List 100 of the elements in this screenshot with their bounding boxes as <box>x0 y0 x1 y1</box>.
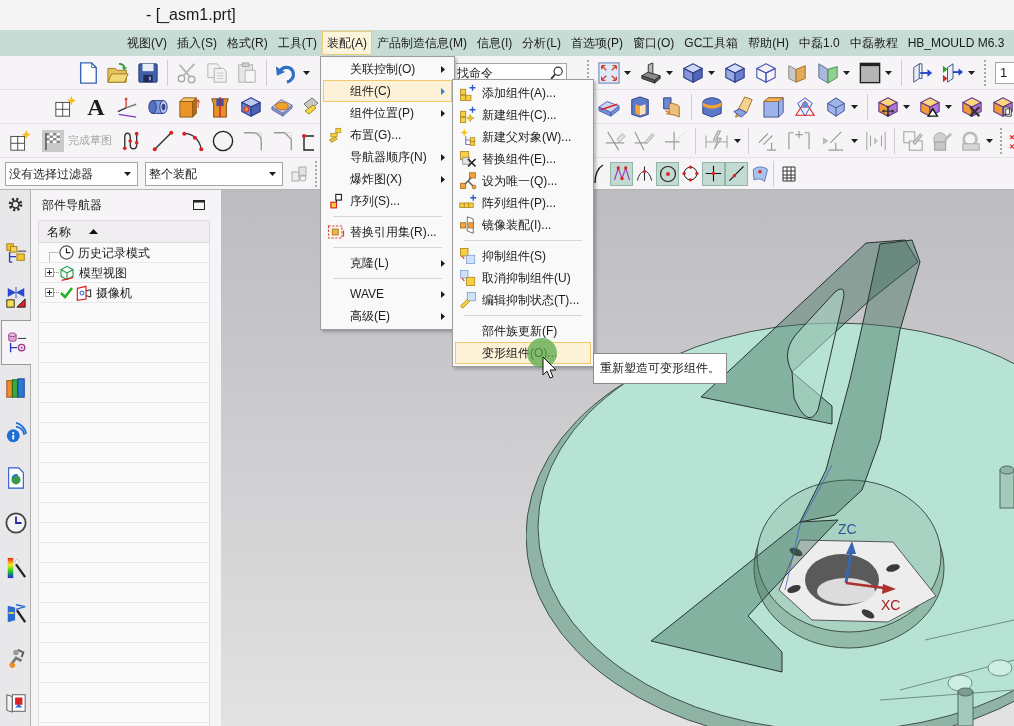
text-tool[interactable]: A <box>85 94 107 119</box>
search-icon[interactable] <box>550 65 564 80</box>
folder-icon[interactable] <box>107 61 129 84</box>
menu-bar-item[interactable]: 装配(A) <box>322 31 372 55</box>
menu-item[interactable]: 组件(C) <box>323 80 452 102</box>
menu-item[interactable]: 替换组件(E)... <box>455 148 591 170</box>
blank-page-icon[interactable] <box>77 61 99 84</box>
bevel-box-icon[interactable] <box>763 95 785 118</box>
caret-icon[interactable] <box>968 70 975 75</box>
menu-item[interactable]: 编辑抑制状态(T)... <box>455 289 591 311</box>
caret-icon[interactable] <box>986 138 993 143</box>
menu-item[interactable]: 部件族更新(F) <box>455 320 591 342</box>
brush-icon[interactable] <box>732 95 754 118</box>
open-box-icon[interactable] <box>629 95 651 118</box>
curve-icon[interactable] <box>593 163 604 184</box>
work-layer-field[interactable]: 1 <box>995 61 1014 84</box>
menu-item[interactable]: 爆炸图(X) <box>323 168 452 190</box>
settings-icon[interactable] <box>7 197 23 212</box>
caret-icon[interactable] <box>269 171 276 176</box>
expand-icon[interactable] <box>45 268 54 277</box>
menu-bar-item[interactable]: 窗口(O) <box>628 31 680 55</box>
menu-bar-item[interactable]: 信息(I) <box>472 31 518 55</box>
caret-icon[interactable] <box>734 138 741 143</box>
menu-item[interactable]: 克隆(L) <box>323 252 452 274</box>
caret-icon[interactable] <box>885 70 892 75</box>
menu-bar-item[interactable]: 产品制造信息(M) <box>372 31 472 55</box>
clipboard-icon[interactable] <box>236 61 258 84</box>
caret-icon[interactable] <box>843 70 850 75</box>
menu-item[interactable]: 布置(G)... <box>323 124 452 146</box>
type-filter-dropdown[interactable]: 没有选择过滤器 <box>5 161 138 186</box>
menu-bar-item[interactable]: 工具(T) <box>272 31 322 55</box>
menu-bar-item[interactable]: 分析(L) <box>517 31 566 55</box>
tree-node-label[interactable]: 历史记录模式 <box>78 243 150 262</box>
menu-item[interactable]: 序列(S)... <box>323 190 452 212</box>
menu-item[interactable]: WAVE <box>323 283 452 305</box>
menu-item[interactable]: 设为唯一(Q)... <box>455 170 591 192</box>
cube-triangle-icon[interactable] <box>919 95 941 118</box>
circle-icon[interactable] <box>212 129 234 152</box>
tree-node-label[interactable]: 摄像机 <box>96 283 132 302</box>
l-block-icon[interactable] <box>640 61 662 84</box>
menu-item[interactable]: 新建父对象(W)... <box>455 126 591 148</box>
expand-icon[interactable] <box>45 288 54 297</box>
menu-bar-item[interactable]: HB_MOULD M6.3 <box>902 31 1010 55</box>
grid-star-icon[interactable] <box>54 95 76 118</box>
cup-axis-icon[interactable] <box>209 95 231 118</box>
fit-view-icon[interactable] <box>598 61 620 84</box>
menu-bar-item[interactable]: 帮助(H) <box>743 31 794 55</box>
arc-icon[interactable] <box>182 129 204 152</box>
grid-icon[interactable] <box>782 165 796 182</box>
tree-node-label[interactable]: 模型视图 <box>79 263 127 282</box>
box-arrow-icon[interactable] <box>911 61 933 84</box>
caret-icon[interactable] <box>124 171 131 176</box>
menu-bar-item[interactable]: GC工具箱 <box>679 31 744 55</box>
coordinate-axes-icon[interactable] <box>116 95 138 118</box>
caret-icon[interactable] <box>666 70 673 75</box>
caret-icon[interactable] <box>851 104 858 109</box>
wireframe-cube-icon[interactable] <box>755 61 777 84</box>
menu-item[interactable]: 关联控制(O) <box>323 58 452 80</box>
drum-icon[interactable] <box>701 95 723 118</box>
maximize-icon[interactable] <box>193 200 205 210</box>
line-icon[interactable] <box>152 129 174 152</box>
save-icon[interactable] <box>137 61 159 84</box>
cube-hole-icon[interactable] <box>240 95 262 118</box>
caret-icon[interactable] <box>945 104 952 109</box>
caret-icon[interactable] <box>851 138 858 143</box>
curved-sheet-icon[interactable] <box>660 95 682 118</box>
cube-copy-icon[interactable] <box>992 95 1014 118</box>
square-frame-icon[interactable] <box>859 61 881 84</box>
menu-item[interactable]: 导航器顺序(N) <box>323 146 452 168</box>
caret-icon[interactable] <box>903 104 910 109</box>
menu-bar-item[interactable]: 中磊1.0 <box>794 31 845 55</box>
triangle-diamond-icon[interactable] <box>794 95 816 118</box>
cut-corner-icon[interactable] <box>272 129 294 152</box>
menu-item[interactable]: 镜像装配(I)... <box>455 214 591 236</box>
navigator-tab[interactable] <box>1 320 32 365</box>
menu-bar-item[interactable]: 格式(R) <box>222 31 273 55</box>
menu-bar-item[interactable]: 首选项(P) <box>566 31 628 55</box>
cube-move-icon[interactable] <box>877 95 899 118</box>
block-arrow-icon[interactable] <box>178 95 200 118</box>
polyhedron-icon[interactable] <box>825 95 847 118</box>
menu-item[interactable]: 组件位置(P) <box>323 102 452 124</box>
column-header[interactable]: 名称 <box>39 221 209 243</box>
cube-icon[interactable] <box>724 61 746 84</box>
cube-cross-icon[interactable] <box>961 95 983 118</box>
menu-item[interactable]: 抑制组件(S) <box>455 245 591 267</box>
menu-item[interactable]: 新建组件(C)... <box>455 104 591 126</box>
menu-item[interactable]: 取消抑制组件(U) <box>455 267 591 289</box>
menu-item[interactable]: 添加组件(A)... <box>455 82 591 104</box>
menu-item[interactable]: 高级(E) <box>323 305 452 327</box>
box-arrows-icon[interactable] <box>942 61 964 84</box>
menu-item[interactable]: 替换引用集(R)... <box>323 221 452 243</box>
grid-star-icon[interactable] <box>9 129 31 152</box>
caret-icon[interactable] <box>303 70 310 75</box>
caret-icon[interactable] <box>708 70 715 75</box>
menu-bar-item[interactable]: 插入(S) <box>172 31 222 55</box>
menu-bar-item[interactable]: 视图(V) <box>122 31 172 55</box>
selection-scope-dropdown[interactable]: 整个装配 <box>145 161 283 186</box>
menu-bar-item[interactable]: 中磊教程 <box>844 31 903 55</box>
caret-icon[interactable] <box>624 70 631 75</box>
shaded-cube-icon[interactable] <box>682 61 704 84</box>
